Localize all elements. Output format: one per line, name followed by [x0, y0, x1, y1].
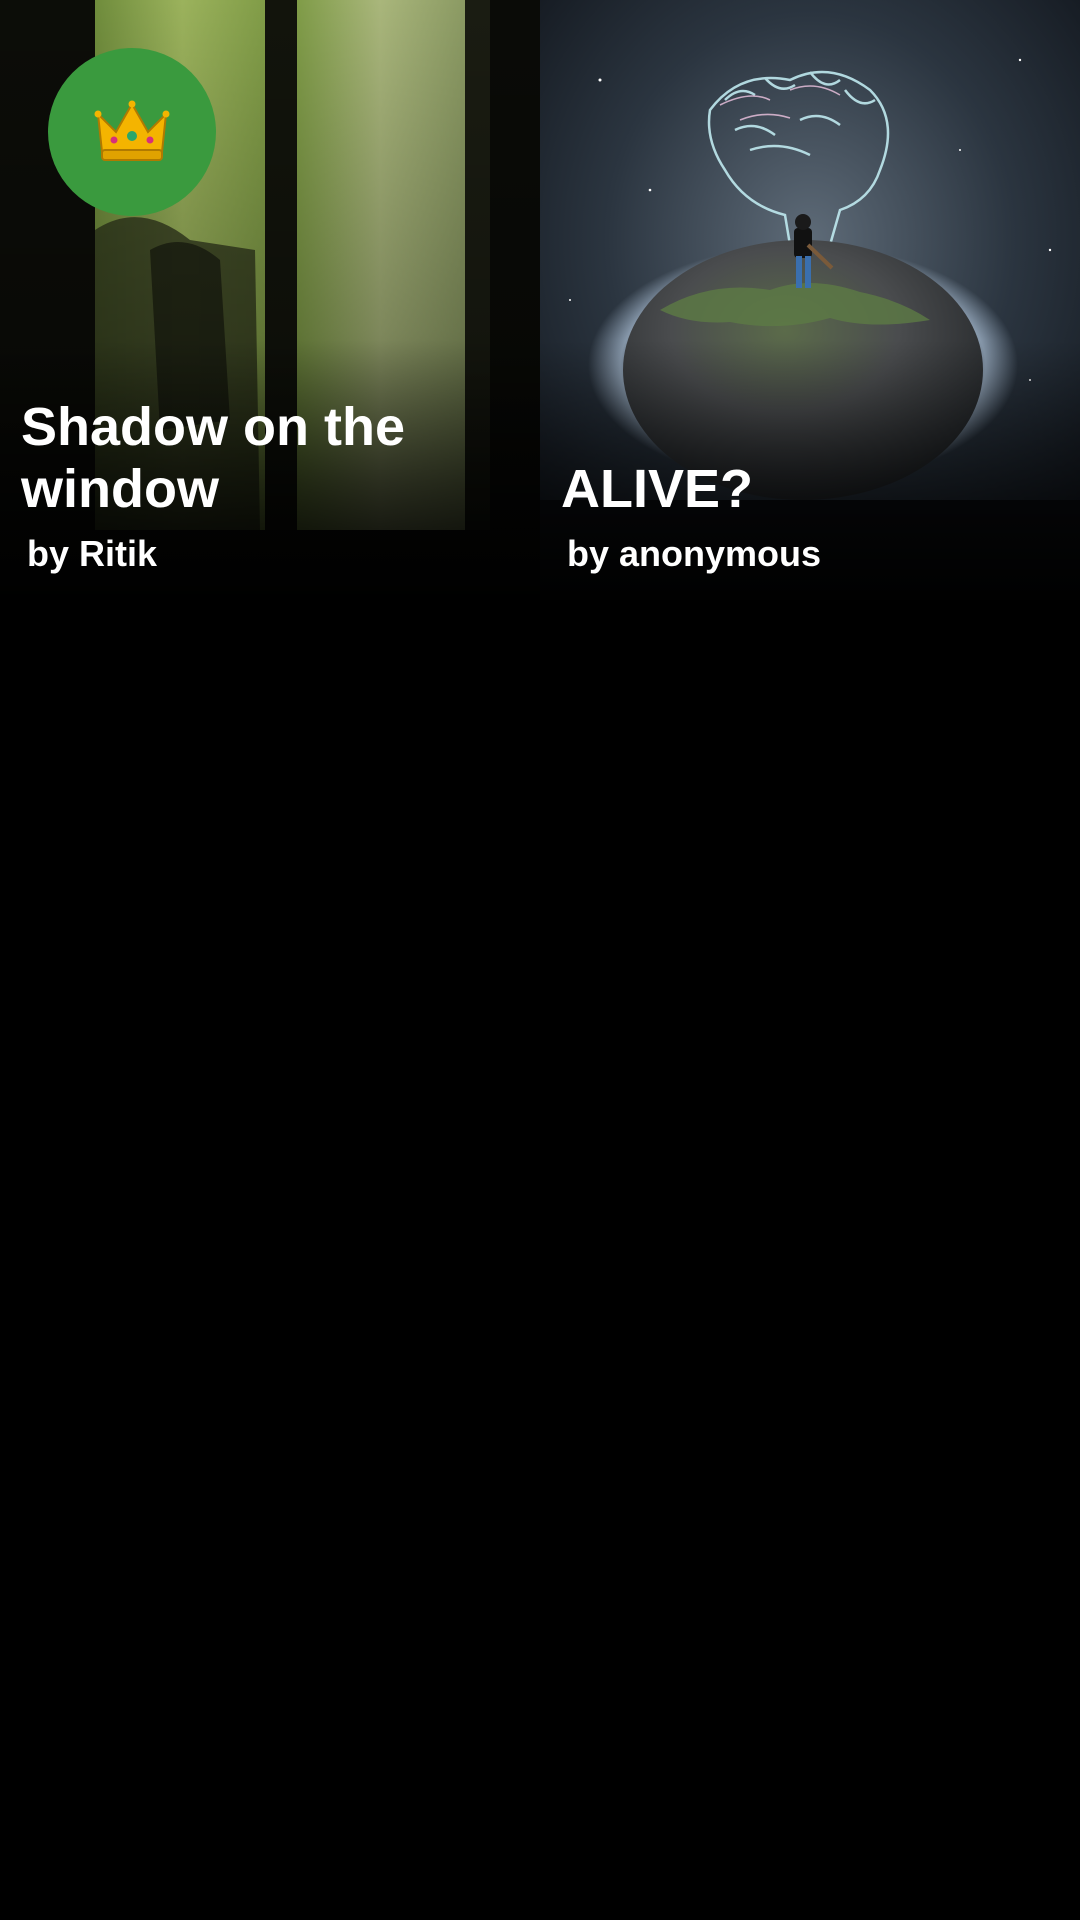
story-title: Shadow on the window — [21, 397, 405, 519]
story-card-shadow-on-the-window[interactable]: Shadow on the window by Ritik — [0, 0, 540, 600]
story-author: by anonymous — [567, 533, 822, 574]
story-card-alive[interactable]: ALIVE? by anonymous — [540, 0, 1080, 600]
featured-badge — [48, 48, 216, 216]
story-grid: Shadow on the window by Ritik ALIVE? by … — [0, 0, 1080, 600]
story-title: ALIVE? — [561, 459, 754, 519]
crown-icon — [94, 100, 170, 161]
story-author: by Ritik — [27, 533, 158, 574]
